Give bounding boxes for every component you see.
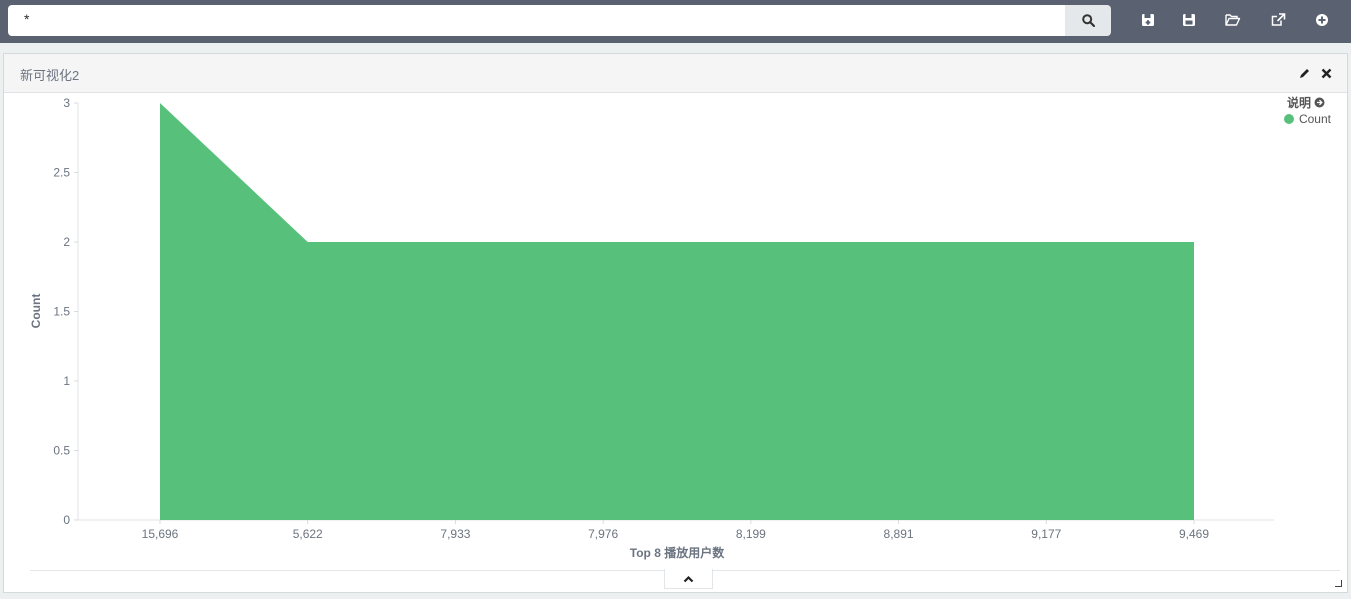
x-tick-label: 15,696 [142, 527, 179, 541]
y-tick-label: 3 [63, 96, 70, 110]
share-button[interactable] [1267, 10, 1289, 30]
search-button[interactable] [1065, 5, 1111, 36]
open-folder-icon [1225, 14, 1241, 26]
query-field[interactable] [8, 5, 1065, 36]
legend-title: 说明 [1286, 96, 1311, 110]
data-point[interactable] [1040, 236, 1052, 248]
chart-series [154, 97, 1200, 520]
legend-color-dot [1283, 114, 1294, 124]
data-point[interactable] [745, 236, 757, 248]
y-tick-label: 0.5 [53, 444, 70, 458]
x-tick-label: 8,199 [736, 527, 766, 541]
data-point[interactable] [1188, 236, 1200, 248]
new-save-button[interactable] [1137, 10, 1159, 30]
plus-circle-icon [1316, 14, 1328, 26]
legend-toggle[interactable]: 说明 [1287, 94, 1325, 111]
x-tick-label: 7,933 [440, 527, 470, 541]
legend-item-label: Count [1298, 112, 1331, 126]
visualization-panel: 新可视化2 0 0.5 1 1.5 2 2.5 3 15,696 5,622 7,933 7,97… [3, 53, 1348, 593]
search-input[interactable] [24, 5, 1054, 33]
x-tick-label: 5,622 [293, 527, 323, 541]
y-tick-label: 2.5 [53, 166, 70, 180]
x-tick-label: 9,469 [1179, 527, 1209, 541]
chevron-up-icon [683, 575, 694, 582]
share-icon [1271, 13, 1285, 26]
top-query-bar [0, 0, 1351, 43]
collapse-toggle-button[interactable] [664, 569, 713, 589]
x-axis: 15,696 5,622 7,933 7,976 8,199 8,891 9,177 9,46… [78, 519, 1274, 541]
data-point[interactable] [154, 97, 166, 109]
save-button[interactable] [1178, 10, 1200, 30]
y-tick-label: 0 [63, 513, 70, 527]
arrow-circle-right-icon [1314, 97, 1325, 108]
open-button[interactable] [1222, 10, 1244, 30]
y-axis-label: Count [29, 294, 43, 329]
x-tick-label: 7,976 [588, 527, 618, 541]
new-save-icon [1142, 14, 1154, 26]
y-tick-label: 2 [63, 235, 70, 249]
data-point[interactable] [302, 236, 314, 248]
legend-item-count[interactable]: Count [1283, 112, 1331, 126]
add-button[interactable] [1311, 10, 1333, 30]
area-series-count[interactable] [160, 103, 1194, 520]
data-point[interactable] [597, 236, 609, 248]
y-tick-label: 1 [63, 374, 70, 388]
save-icon [1183, 14, 1195, 26]
data-point[interactable] [893, 236, 905, 248]
y-tick-label: 1.5 [53, 305, 70, 319]
data-point[interactable] [449, 236, 461, 248]
x-tick-label: 9,177 [1031, 527, 1061, 541]
area-chart: 0 0.5 1 1.5 2 2.5 3 15,696 5,622 7,933 7,976 8,199… [29, 96, 1274, 560]
search-icon [1081, 14, 1095, 27]
x-axis-label: Top 8 播放用户数 [630, 545, 725, 560]
y-axis: 0 0.5 1 1.5 2 2.5 3 [53, 96, 79, 527]
resize-handle[interactable] [1335, 580, 1342, 587]
x-tick-label: 8,891 [884, 527, 914, 541]
